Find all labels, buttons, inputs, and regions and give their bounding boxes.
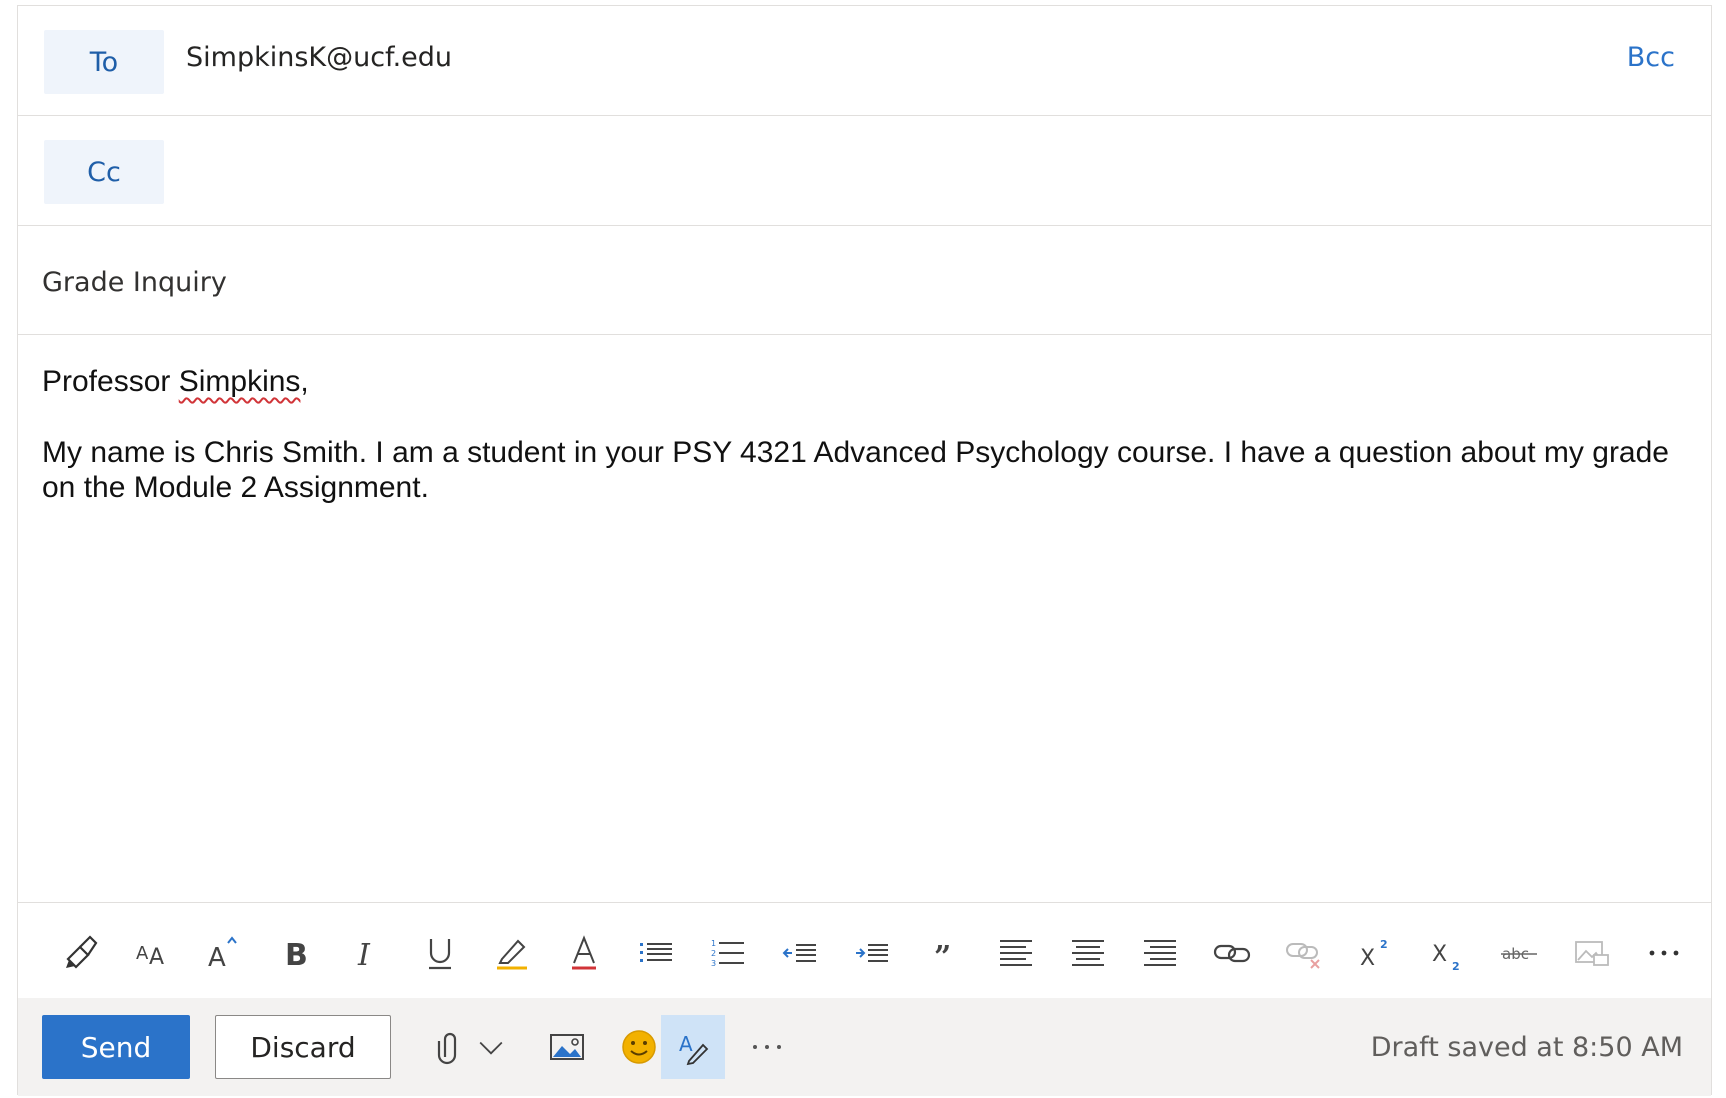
- compose-footer: Send Discard A Draft saved at 8:50 AM: [18, 998, 1711, 1096]
- font-size-icon[interactable]: AA: [128, 929, 176, 977]
- to-recipient[interactable]: SimpkinsK@ucf.edu: [186, 42, 452, 73]
- more-actions-icon[interactable]: [743, 1015, 791, 1079]
- svg-text:2: 2: [1452, 960, 1460, 973]
- bullets-icon[interactable]: [632, 929, 680, 977]
- grow-font-icon[interactable]: A: [200, 929, 248, 977]
- superscript-icon[interactable]: X2: [1352, 929, 1400, 977]
- bold-icon[interactable]: B: [272, 929, 320, 977]
- numbering-icon[interactable]: 123: [704, 929, 752, 977]
- emoji-icon[interactable]: [614, 1015, 664, 1079]
- highlight-icon[interactable]: [488, 929, 536, 977]
- discard-button[interactable]: Discard: [215, 1015, 391, 1079]
- editor-pen-icon[interactable]: A: [661, 1015, 725, 1079]
- attach-dropdown-chevron-down-icon[interactable]: [473, 1015, 509, 1079]
- misspelled-word[interactable]: Simpkins: [179, 365, 301, 398]
- attach-icon[interactable]: [423, 1015, 471, 1079]
- svg-text:A: A: [136, 943, 149, 964]
- to-row: To SimpkinsK@ucf.edu Bcc: [18, 6, 1711, 116]
- formatting-toolbar: AA A B I 123 ” X 2 X 2 abc: [18, 902, 1711, 998]
- svg-text:1: 1: [711, 939, 716, 948]
- body-paragraph: My name is Chris Smith. I am a student i…: [42, 436, 1669, 504]
- greeting-line: Professor Simpkins,: [42, 365, 309, 398]
- subscript-icon[interactable]: X2: [1424, 929, 1472, 977]
- cc-button[interactable]: Cc: [44, 140, 164, 204]
- draft-status: Draft saved at 8:50 AM: [1370, 1032, 1683, 1063]
- italic-icon[interactable]: I: [344, 929, 392, 977]
- decrease-indent-icon[interactable]: [776, 929, 824, 977]
- underline-icon[interactable]: [416, 929, 464, 977]
- message-body[interactable]: Professor Simpkins, My name is Chris Smi…: [42, 364, 1682, 505]
- align-right-icon[interactable]: [1136, 929, 1184, 977]
- svg-text:”: ”: [934, 940, 951, 973]
- align-left-icon[interactable]: [992, 929, 1040, 977]
- subject-input[interactable]: [42, 262, 1442, 302]
- svg-text:B: B: [285, 938, 308, 973]
- cc-row: Cc: [18, 116, 1711, 226]
- font-color-icon[interactable]: [560, 929, 608, 977]
- bcc-link[interactable]: Bcc: [1627, 42, 1675, 73]
- strikethrough-icon[interactable]: abc: [1496, 929, 1544, 977]
- svg-text:A: A: [149, 945, 164, 970]
- svg-text:2: 2: [711, 949, 716, 958]
- to-button[interactable]: To: [44, 30, 164, 94]
- increase-indent-icon[interactable]: [848, 929, 896, 977]
- send-button[interactable]: Send: [42, 1015, 190, 1079]
- format-painter-icon[interactable]: [56, 929, 104, 977]
- align-center-icon[interactable]: [1064, 929, 1112, 977]
- more-options-icon[interactable]: [1640, 929, 1688, 977]
- compose-pane: To SimpkinsK@ucf.edu Bcc Cc Professor Si…: [17, 5, 1712, 1096]
- svg-text:A: A: [679, 1032, 693, 1056]
- remove-link-icon[interactable]: [1280, 929, 1328, 977]
- quote-icon[interactable]: ”: [920, 929, 968, 977]
- inline-picture-icon[interactable]: [1568, 929, 1616, 977]
- svg-text:I: I: [357, 938, 371, 973]
- svg-text:X: X: [1432, 942, 1447, 967]
- svg-text:3: 3: [711, 959, 716, 968]
- svg-text:2: 2: [1380, 938, 1388, 951]
- svg-text:X: X: [1360, 946, 1375, 971]
- subject-row: [18, 226, 1711, 335]
- svg-text:A: A: [208, 943, 226, 973]
- insert-link-icon[interactable]: [1208, 929, 1256, 977]
- insert-picture-icon[interactable]: [543, 1015, 591, 1079]
